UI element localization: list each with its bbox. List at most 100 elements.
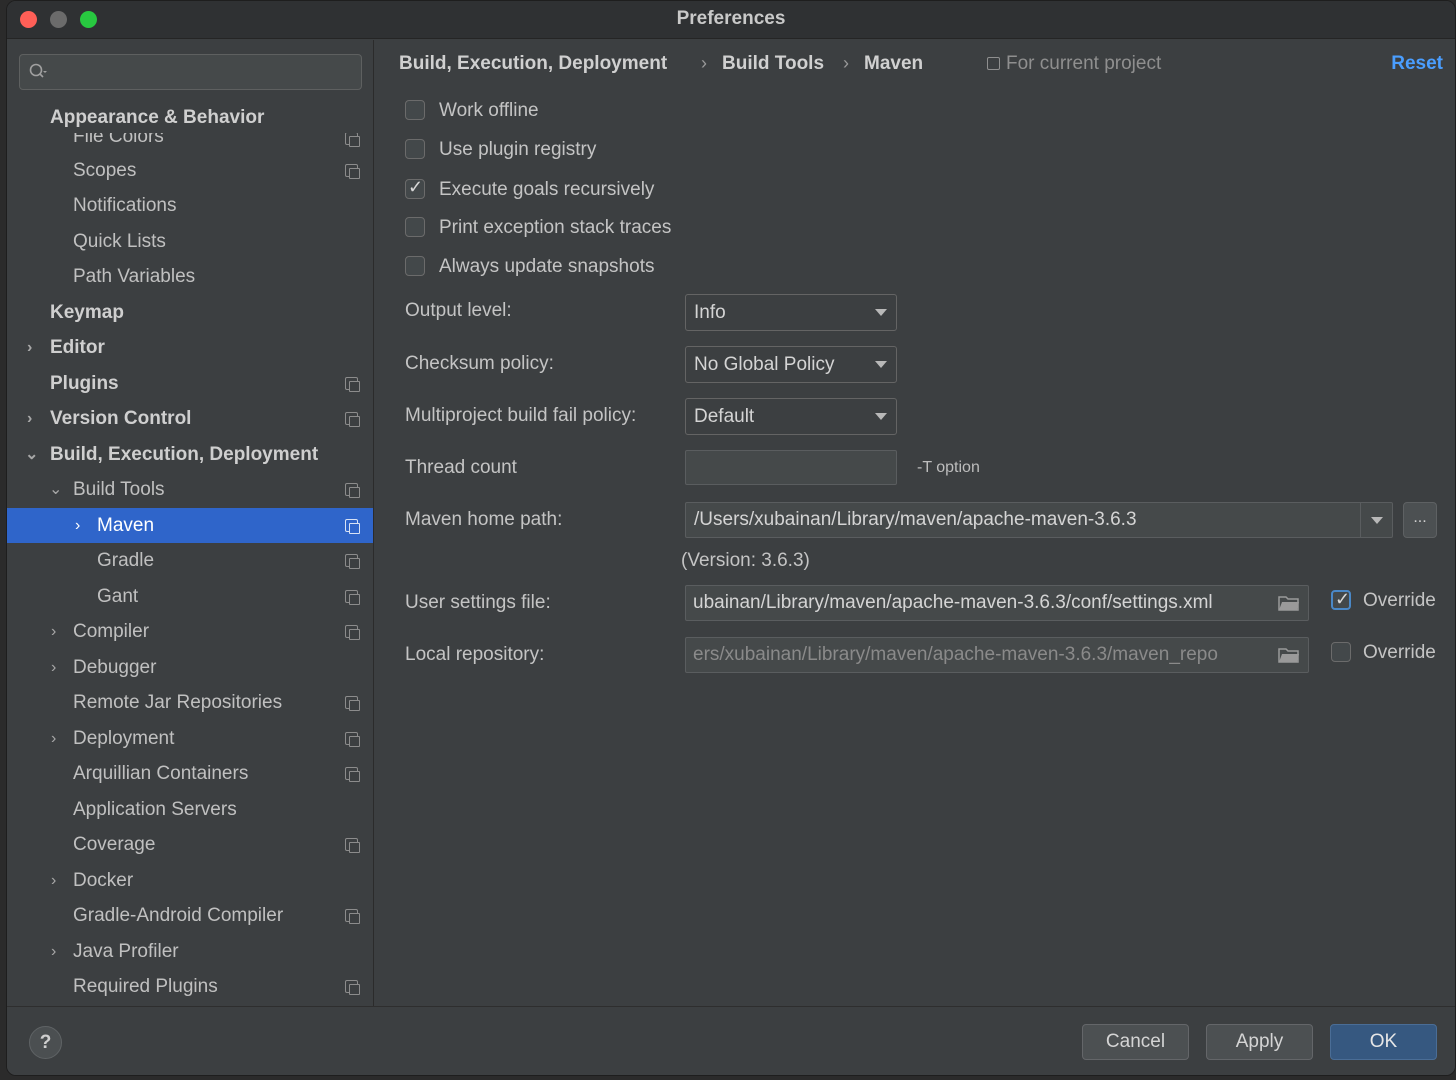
project-scope-icon: [345, 732, 360, 747]
chevron-right-icon[interactable]: ›: [27, 401, 41, 436]
checksum-policy-label: Checksum policy:: [405, 353, 554, 374]
chevron-right-icon[interactable]: ›: [51, 863, 65, 898]
checksum-policy-select[interactable]: No Global Policy: [685, 346, 897, 383]
project-scope-icon: [345, 696, 360, 711]
sidebar-item-remote-jar-repositories[interactable]: Remote Jar Repositories: [7, 685, 373, 720]
sidebar-item-arquillian-containers[interactable]: Arquillian Containers: [7, 756, 373, 791]
chevron-right-icon[interactable]: ›: [51, 721, 65, 756]
output-level-select[interactable]: Info: [685, 294, 897, 331]
settings-sidebar: File Colors Appearance & Behavior Scopes…: [7, 40, 374, 1006]
breadcrumb-maven: Maven: [864, 53, 924, 74]
maven-home-path-label: Maven home path:: [405, 509, 563, 530]
cancel-button[interactable]: Cancel: [1082, 1024, 1189, 1060]
sidebar-item-gradle[interactable]: Gradle: [7, 543, 373, 578]
sidebar-item-appearance-behavior[interactable]: Appearance & Behavior: [7, 101, 373, 133]
sidebar-item-file-colors[interactable]: File Colors: [7, 133, 373, 155]
breadcrumb-build-execution-deployment[interactable]: Build, Execution, Deployment: [399, 53, 667, 75]
chevron-down-icon[interactable]: ⌄: [49, 472, 63, 507]
maven-version-text: (Version: 3.6.3): [681, 550, 810, 571]
sidebar-item-build-execution-deployment[interactable]: ⌄ Build, Execution, Deployment: [7, 437, 373, 472]
user-settings-file-input[interactable]: ubainan/Library/maven/apache-maven-3.6.3…: [685, 585, 1309, 621]
local-repository-override-checkbox[interactable]: [1331, 642, 1351, 662]
sidebar-item-required-plugins[interactable]: Required Plugins: [7, 969, 373, 1004]
thread-count-hint: -T option: [917, 459, 980, 476]
sidebar-item-keymap[interactable]: Keymap: [7, 295, 373, 330]
project-scope-icon: [345, 980, 360, 995]
sidebar-item-maven[interactable]: › Maven: [7, 508, 373, 543]
local-repository-label: Local repository:: [405, 644, 545, 665]
execute-goals-recursively-checkbox[interactable]: [405, 177, 425, 199]
sidebar-item-coverage[interactable]: Coverage: [7, 827, 373, 862]
multiproject-fail-policy-label: Multiproject build fail policy:: [405, 405, 637, 426]
output-level-label: Output level:: [405, 300, 512, 321]
print-exception-stack-traces-checkbox[interactable]: [405, 217, 425, 237]
sidebar-item-scopes[interactable]: Scopes: [7, 153, 373, 188]
sidebar-item-quick-lists[interactable]: Quick Lists: [7, 224, 373, 259]
help-button[interactable]: ?: [29, 1026, 62, 1059]
sidebar-item-editor[interactable]: › Editor: [7, 330, 373, 365]
project-scope-icon: [345, 133, 360, 147]
sidebar-item-application-servers[interactable]: Application Servers: [7, 792, 373, 827]
project-scope-icon: [345, 590, 360, 605]
sidebar-item-build-tools[interactable]: ⌄ Build Tools: [7, 472, 373, 507]
project-scope-icon: [345, 164, 360, 179]
folder-icon[interactable]: [1278, 595, 1300, 611]
chevron-right-icon[interactable]: ›: [51, 650, 65, 685]
project-scope-icon: [345, 377, 360, 392]
sidebar-item-gant[interactable]: Gant: [7, 579, 373, 614]
sidebar-item-deployment[interactable]: › Deployment: [7, 721, 373, 756]
project-scope-icon: [345, 767, 360, 782]
sidebar-item-path-variables[interactable]: Path Variables: [7, 259, 373, 294]
reset-link[interactable]: Reset: [1391, 53, 1443, 75]
use-plugin-registry-checkbox[interactable]: [405, 139, 425, 159]
apply-button[interactable]: Apply: [1206, 1024, 1313, 1060]
user-settings-override-checkbox[interactable]: [1331, 589, 1351, 610]
ok-button[interactable]: OK: [1330, 1024, 1437, 1060]
maven-settings-panel: Build, Execution, Deployment › Build Too…: [375, 40, 1455, 1006]
project-scope-icon: [987, 57, 1000, 70]
breadcrumb-separator-icon: ›: [701, 53, 707, 73]
multiproject-fail-policy-select[interactable]: Default: [685, 398, 897, 435]
sidebar-item-plugins[interactable]: Plugins: [7, 366, 373, 401]
sidebar-item-gradle-android-compiler[interactable]: Gradle-Android Compiler: [7, 898, 373, 933]
breadcrumb-separator-icon: ›: [843, 53, 849, 73]
dropdown-arrow-icon: [1371, 517, 1383, 524]
dropdown-arrow-icon: [875, 361, 887, 368]
sidebar-item-docker[interactable]: › Docker: [7, 863, 373, 898]
sidebar-item-compiler[interactable]: › Compiler: [7, 614, 373, 649]
browse-maven-home-button[interactable]: ...: [1403, 502, 1437, 538]
settings-search-input[interactable]: [19, 54, 362, 90]
chevron-right-icon[interactable]: ›: [75, 508, 89, 543]
work-offline-checkbox[interactable]: [405, 100, 425, 120]
always-update-snapshots-checkbox[interactable]: [405, 256, 425, 276]
sidebar-item-version-control[interactable]: › Version Control: [7, 401, 373, 436]
scope-indicator: For current project: [987, 53, 1161, 75]
project-scope-icon: [345, 554, 360, 569]
project-scope-icon: [345, 909, 360, 924]
user-settings-file-label: User settings file:: [405, 592, 551, 613]
project-scope-icon: [345, 519, 360, 534]
chevron-right-icon[interactable]: ›: [27, 330, 41, 365]
chevron-right-icon[interactable]: ›: [51, 934, 65, 969]
window-title: Preferences: [676, 8, 786, 29]
sidebar-item-notifications[interactable]: Notifications: [7, 188, 373, 223]
maven-home-path-select[interactable]: /Users/xubainan/Library/maven/apache-mav…: [685, 502, 1393, 538]
sidebar-item-java-profiler[interactable]: › Java Profiler: [7, 934, 373, 969]
folder-icon[interactable]: [1278, 647, 1300, 663]
sidebar-item-debugger[interactable]: › Debugger: [7, 650, 373, 685]
dropdown-arrow-icon: [875, 309, 887, 316]
project-scope-icon: [345, 412, 360, 427]
project-scope-icon: [345, 625, 360, 640]
chevron-right-icon[interactable]: ›: [51, 614, 65, 649]
dropdown-arrow-icon: [875, 413, 887, 420]
dialog-footer: ? Cancel Apply OK: [7, 1006, 1455, 1075]
project-scope-icon: [345, 483, 360, 498]
local-repository-input[interactable]: ers/xubainan/Library/maven/apache-maven-…: [685, 637, 1309, 673]
breadcrumb-build-tools[interactable]: Build Tools: [722, 53, 824, 75]
search-icon: [29, 63, 47, 78]
thread-count-label: Thread count: [405, 457, 517, 478]
thread-count-input[interactable]: [685, 450, 897, 485]
title-bar: Preferences: [7, 1, 1455, 39]
project-scope-icon: [345, 838, 360, 853]
chevron-down-icon[interactable]: ⌄: [25, 437, 39, 472]
